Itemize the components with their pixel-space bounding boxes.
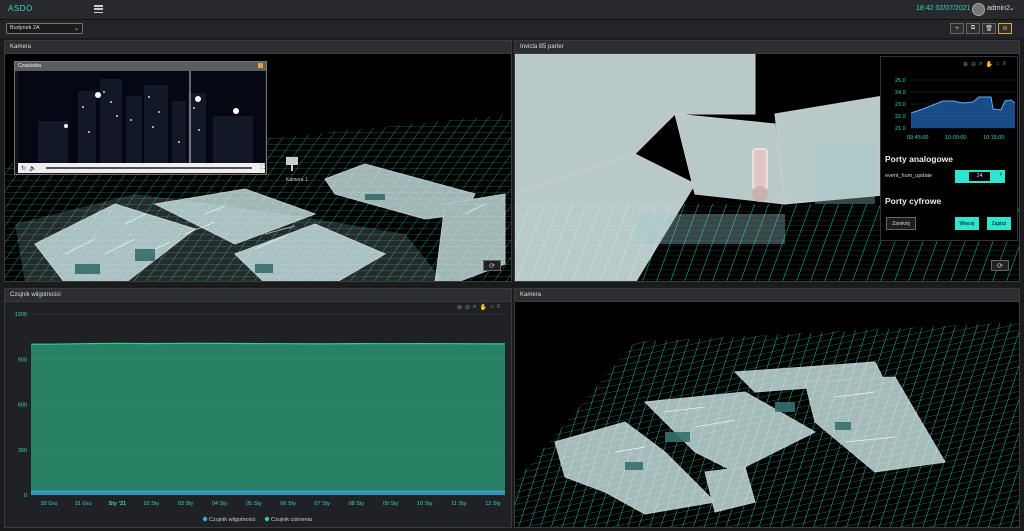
x-tick-label: 06 Sty <box>280 501 296 507</box>
settings-icon[interactable]: ⚙ <box>998 23 1012 34</box>
analog-ports-heading: Porty analogowe <box>885 154 954 164</box>
mini-chart[interactable]: 25.0 24.0 23.0 22.0 21.0 09:45:00 10:00:… <box>883 73 1017 143</box>
x-tick-label: 05 Sty <box>246 501 262 507</box>
3d-floor-plan-2[interactable] <box>515 302 1019 527</box>
x-tick-label: 02 Sty <box>144 501 160 507</box>
trash-icon[interactable]: 🗑 <box>982 23 996 34</box>
panel-title: Kamera <box>5 41 511 54</box>
sensor-device-icon <box>752 148 768 202</box>
zoom-in-icon[interactable]: ⊕ <box>963 61 968 68</box>
video-progress[interactable] <box>45 167 252 169</box>
copy-icon[interactable]: ⧉ <box>966 23 980 34</box>
apply-button[interactable]: Zapisz <box>987 217 1011 230</box>
refresh-button[interactable]: ⟳ <box>991 260 1009 271</box>
x-tick-label: Sty '21 <box>109 501 127 507</box>
x-tick-label: 03 Sty <box>178 501 194 507</box>
legend-marker <box>264 516 270 522</box>
mini-y-label: 22.0 <box>895 114 906 120</box>
mini-y-label: 21.0 <box>895 126 906 132</box>
top-bar: ASDO 18:42 02/07/2021 admin2 ⌄ <box>0 0 1024 20</box>
x-tick-label: 12 Sty <box>485 501 501 507</box>
chevron-right-icon[interactable]: › <box>1000 171 1002 178</box>
video-window[interactable]: Czasówka ↻ 🔈 ⛶ <box>14 61 267 175</box>
search-icon[interactable]: ⌕ <box>979 61 982 68</box>
refresh-button[interactable]: ⟳ <box>483 260 501 271</box>
series-line <box>30 342 506 345</box>
camera-label: Kamera 1 <box>286 177 308 183</box>
zoom-in-icon[interactable]: ⊕ <box>457 304 462 311</box>
panel-title: Kamera <box>515 289 1019 302</box>
avatar[interactable] <box>972 3 985 16</box>
humidity-panel: Czujnik wilgotności ⊕ ⊖ ⌕ ✋ ⌂ ≡ 1200 900 6… <box>4 288 512 528</box>
user-name[interactable]: admin2 <box>987 5 1010 12</box>
y-tick-label: 0 <box>24 493 27 499</box>
panel-title: Invicta B5 parter <box>515 41 1019 54</box>
chevron-down-icon: ⌄ <box>73 26 79 32</box>
hamburger-menu-icon[interactable] <box>94 5 103 13</box>
menu-icon[interactable]: ≡ <box>497 304 501 311</box>
mini-y-label: 24.0 <box>895 90 906 96</box>
sub-toolbar: Budynek 2A ⌄ + ⧉ 🗑 ⚙ <box>0 20 1024 38</box>
menu-icon[interactable]: ≡ <box>1003 61 1007 68</box>
video-feed[interactable] <box>18 71 265 165</box>
chevron-down-icon[interactable]: ⌄ <box>1009 4 1015 12</box>
value-stepper[interactable]: 24 › <box>955 170 1005 183</box>
app-logo[interactable]: ASDO <box>8 4 33 13</box>
y-tick-label: 300 <box>18 448 27 454</box>
volume-icon[interactable]: 🔈 <box>29 165 36 172</box>
x-tick-label: 04 Sty <box>212 501 228 507</box>
more-button[interactable]: Więcej <box>955 217 979 230</box>
chart-toolbar: ⊕ ⊖ ⌕ ✋ ⌂ ≡ <box>457 304 500 311</box>
home-icon[interactable]: ⌂ <box>996 61 1000 68</box>
camera-panel-2: Kamera <box>514 288 1020 528</box>
zoom-out-icon[interactable]: ⊖ <box>465 304 470 311</box>
mini-y-label: 25.0 <box>895 78 906 84</box>
x-tick-label: 09 Sty <box>383 501 399 507</box>
mini-x-label: 09:45:00 <box>907 135 928 141</box>
video-controls: ↻ 🔈 ⛶ <box>18 163 265 173</box>
mini-chart-toolbar: ⊕ ⊖ ⌕ ✋ ⌂ ≡ <box>963 61 1006 68</box>
fullscreen-icon[interactable]: ⛶ <box>261 165 265 172</box>
y-tick-label: 1200 <box>15 312 27 318</box>
digital-ports-heading: Porty cyfrowe <box>885 196 942 206</box>
video-title: Czasówka <box>18 63 42 69</box>
building-select-value: Budynek 2A <box>10 25 40 31</box>
home-icon[interactable]: ⌂ <box>490 304 494 311</box>
legend-marker <box>202 516 208 522</box>
datetime: 18:42 02/07/2021 <box>916 5 971 12</box>
value-input[interactable]: 24 <box>969 172 990 181</box>
field-label: event_hum_update <box>885 173 933 179</box>
x-tick-label: 11 Sty <box>451 501 466 507</box>
hand-icon[interactable]: ✋ <box>985 61 992 68</box>
x-tick-label: 31 Gru <box>75 501 92 507</box>
sensor-control-panel: ⊕ ⊖ ⌕ ✋ ⌂ ≡ 25.0 24.0 23.0 22.0 21.0 09:… <box>880 56 1018 241</box>
x-tick-label: 10 Sty <box>417 501 433 507</box>
mini-x-label: 10:15:00 <box>983 135 1004 141</box>
humidity-chart[interactable]: 1200 900 600 300 0 30 Gru 31 Gru Sty '21 02 Sty 0… <box>5 302 511 527</box>
replay-icon[interactable]: ↻ <box>21 165 26 172</box>
y-tick-label: 600 <box>18 403 27 409</box>
legend-label: Czujnik ciśnienia <box>271 517 313 523</box>
legend-label: Czujnik wilgotności <box>209 517 255 523</box>
hand-icon[interactable]: ✋ <box>479 304 486 311</box>
pin-icon[interactable] <box>258 63 263 68</box>
y-tick-label: 900 <box>18 357 27 363</box>
x-tick-label: 30 Gru <box>41 501 58 507</box>
camera-panel: Kamera Kamera 1 Czasówka ↻ 🔈 ⛶ ⟳ <box>4 40 512 282</box>
add-icon[interactable]: + <box>950 23 964 34</box>
panel-title: Czujnik wilgotności <box>5 289 511 302</box>
x-tick-label: 07 Sty <box>314 501 330 507</box>
mini-y-label: 23.0 <box>895 102 906 108</box>
zoom-out-icon[interactable]: ⊖ <box>971 61 976 68</box>
close-button[interactable]: Zamknij <box>886 217 916 230</box>
series-area <box>31 343 505 495</box>
x-tick-label: 08 Sty <box>349 501 365 507</box>
building-select[interactable]: Budynek 2A ⌄ <box>6 23 83 34</box>
mini-x-label: 10:00:00 <box>945 135 966 141</box>
search-icon[interactable]: ⌕ <box>473 304 476 311</box>
